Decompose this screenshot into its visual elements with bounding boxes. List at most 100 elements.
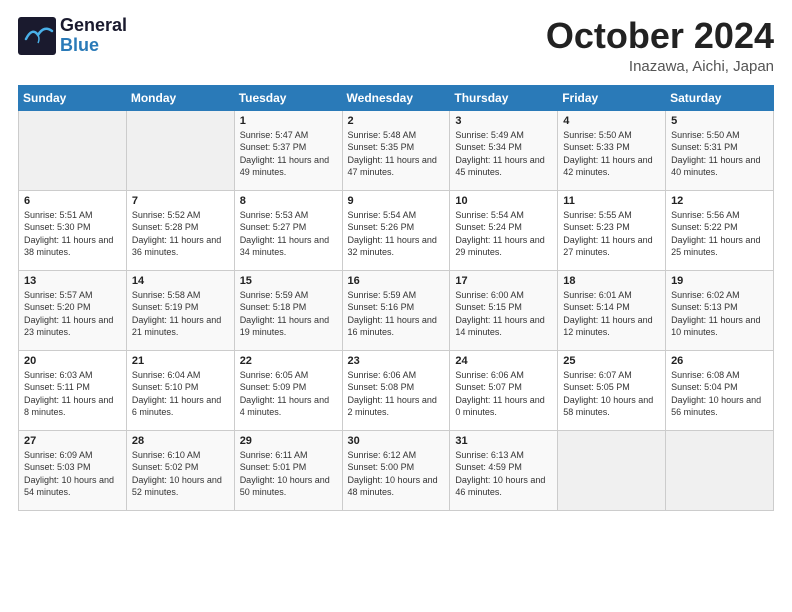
- day-info: Sunrise: 6:00 AMSunset: 5:15 PMDaylight:…: [455, 289, 552, 339]
- day-info: Sunrise: 5:59 AMSunset: 5:18 PMDaylight:…: [240, 289, 337, 339]
- day-info: Sunrise: 6:03 AMSunset: 5:11 PMDaylight:…: [24, 369, 121, 419]
- day-info: Sunrise: 6:06 AMSunset: 5:08 PMDaylight:…: [348, 369, 445, 419]
- header-friday: Friday: [558, 85, 666, 110]
- calendar-week-1: 1Sunrise: 5:47 AMSunset: 5:37 PMDaylight…: [19, 110, 774, 190]
- day-number: 31: [455, 435, 552, 447]
- day-number: 2: [348, 115, 445, 127]
- day-info: Sunrise: 6:04 AMSunset: 5:10 PMDaylight:…: [132, 369, 229, 419]
- calendar-cell: 31Sunrise: 6:13 AMSunset: 4:59 PMDayligh…: [450, 430, 558, 510]
- title-block: October 2024 Inazawa, Aichi, Japan: [546, 16, 774, 75]
- day-info: Sunrise: 5:54 AMSunset: 5:26 PMDaylight:…: [348, 209, 445, 259]
- calendar-cell: 20 Sunrise: 6:03 AMSunset: 5:11 PMDayligh…: [19, 350, 127, 430]
- day-info: Sunrise: 5:58 AMSunset: 5:19 PMDaylight:…: [132, 289, 229, 339]
- day-info: Sunrise: 6:02 AMSunset: 5:13 PMDaylight:…: [671, 289, 768, 339]
- calendar-cell: 5 Sunrise: 5:50 AMSunset: 5:31 PMDaylight…: [666, 110, 774, 190]
- calendar-cell: 24 Sunrise: 6:06 AMSunset: 5:07 PMDayligh…: [450, 350, 558, 430]
- day-number: 23: [348, 355, 445, 367]
- day-info: Sunrise: 5:52 AMSunset: 5:28 PMDaylight:…: [132, 209, 229, 259]
- day-number: 19: [671, 275, 768, 287]
- day-number: 16: [348, 275, 445, 287]
- day-number: 25: [563, 355, 660, 367]
- calendar-cell: 19 Sunrise: 6:02 AMSunset: 5:13 PMDayligh…: [666, 270, 774, 350]
- day-info: Sunrise: 5:50 AMSunset: 5:33 PMDaylight:…: [563, 129, 660, 179]
- calendar-cell: 16 Sunrise: 5:59 AMSunset: 5:16 PMDayligh…: [342, 270, 450, 350]
- day-number: 5: [671, 115, 768, 127]
- calendar-cell: [19, 110, 127, 190]
- day-info: Sunrise: 6:11 AMSunset: 5:01 PMDaylight:…: [240, 449, 337, 499]
- calendar-cell: 4Sunrise: 5:50 AMSunset: 5:33 PMDaylight…: [558, 110, 666, 190]
- header-wednesday: Wednesday: [342, 85, 450, 110]
- header-sunday: Sunday: [19, 85, 127, 110]
- day-info: Sunrise: 6:10 AMSunset: 5:02 PMDaylight:…: [132, 449, 229, 499]
- header-monday: Monday: [126, 85, 234, 110]
- day-number: 13: [24, 275, 121, 287]
- day-info: Sunrise: 6:06 AMSunset: 5:07 PMDaylight:…: [455, 369, 552, 419]
- logo-text-blue: Blue: [60, 36, 127, 56]
- day-number: 6: [24, 195, 121, 207]
- calendar-cell: 23 Sunrise: 6:06 AMSunset: 5:08 PMDayligh…: [342, 350, 450, 430]
- calendar-week-2: 6 Sunrise: 5:51 AMSunset: 5:30 PMDaylight…: [19, 190, 774, 270]
- location: Inazawa, Aichi, Japan: [546, 58, 774, 75]
- calendar-cell: 18 Sunrise: 6:01 AMSunset: 5:14 PMDayligh…: [558, 270, 666, 350]
- header-thursday: Thursday: [450, 85, 558, 110]
- day-info: Sunrise: 6:01 AMSunset: 5:14 PMDaylight:…: [563, 289, 660, 339]
- day-number: 17: [455, 275, 552, 287]
- calendar-table: SundayMondayTuesdayWednesdayThursdayFrid…: [18, 85, 774, 511]
- day-number: 15: [240, 275, 337, 287]
- day-number: 7: [132, 195, 229, 207]
- calendar-cell: 22Sunrise: 6:05 AMSunset: 5:09 PMDayligh…: [234, 350, 342, 430]
- day-info: Sunrise: 6:08 AMSunset: 5:04 PMDaylight:…: [671, 369, 768, 419]
- day-info: Sunrise: 5:47 AMSunset: 5:37 PMDaylight:…: [240, 129, 337, 179]
- day-number: 3: [455, 115, 552, 127]
- day-info: Sunrise: 5:57 AMSunset: 5:20 PMDaylight:…: [24, 289, 121, 339]
- calendar-cell: 9 Sunrise: 5:54 AMSunset: 5:26 PMDaylight…: [342, 190, 450, 270]
- calendar-cell: 7 Sunrise: 5:52 AMSunset: 5:28 PMDaylight…: [126, 190, 234, 270]
- calendar-cell: [666, 430, 774, 510]
- calendar-cell: 17 Sunrise: 6:00 AMSunset: 5:15 PMDayligh…: [450, 270, 558, 350]
- calendar-cell: 10 Sunrise: 5:54 AMSunset: 5:24 PMDayligh…: [450, 190, 558, 270]
- header-saturday: Saturday: [666, 85, 774, 110]
- calendar-cell: 1Sunrise: 5:47 AMSunset: 5:37 PMDaylight…: [234, 110, 342, 190]
- day-info: Sunrise: 5:55 AMSunset: 5:23 PMDaylight:…: [563, 209, 660, 259]
- day-number: 9: [348, 195, 445, 207]
- header-tuesday: Tuesday: [234, 85, 342, 110]
- day-number: 20: [24, 355, 121, 367]
- logo: General Blue: [18, 16, 127, 56]
- day-number: 18: [563, 275, 660, 287]
- calendar-cell: 12 Sunrise: 5:56 AMSunset: 5:22 PMDayligh…: [666, 190, 774, 270]
- day-number: 28: [132, 435, 229, 447]
- calendar-header-row: SundayMondayTuesdayWednesdayThursdayFrid…: [19, 85, 774, 110]
- calendar-cell: 25 Sunrise: 6:07 AMSunset: 5:05 PMDayligh…: [558, 350, 666, 430]
- calendar-cell: [558, 430, 666, 510]
- day-number: 29: [240, 435, 337, 447]
- day-info: Sunrise: 5:51 AMSunset: 5:30 PMDaylight:…: [24, 209, 121, 259]
- day-number: 14: [132, 275, 229, 287]
- day-number: 22: [240, 355, 337, 367]
- day-number: 12: [671, 195, 768, 207]
- day-info: Sunrise: 5:50 AMSunset: 5:31 PMDaylight:…: [671, 129, 768, 179]
- calendar-cell: 29 Sunrise: 6:11 AMSunset: 5:01 PMDayligh…: [234, 430, 342, 510]
- calendar-week-5: 27Sunrise: 6:09 AMSunset: 5:03 PMDayligh…: [19, 430, 774, 510]
- day-info: Sunrise: 6:07 AMSunset: 5:05 PMDaylight:…: [563, 369, 660, 419]
- day-info: Sunrise: 5:56 AMSunset: 5:22 PMDaylight:…: [671, 209, 768, 259]
- calendar-cell: 26Sunrise: 6:08 AMSunset: 5:04 PMDayligh…: [666, 350, 774, 430]
- logo-icon: [18, 17, 56, 55]
- day-info: Sunrise: 5:48 AMSunset: 5:35 PMDaylight:…: [348, 129, 445, 179]
- header: General Blue October 2024 Inazawa, Aichi…: [18, 16, 774, 75]
- logo-text-general: General: [60, 16, 127, 36]
- day-number: 10: [455, 195, 552, 207]
- day-info: Sunrise: 5:59 AMSunset: 5:16 PMDaylight:…: [348, 289, 445, 339]
- day-number: 30: [348, 435, 445, 447]
- day-info: Sunrise: 5:49 AMSunset: 5:34 PMDaylight:…: [455, 129, 552, 179]
- month-title: October 2024: [546, 16, 774, 56]
- calendar-cell: 11 Sunrise: 5:55 AMSunset: 5:23 PMDayligh…: [558, 190, 666, 270]
- calendar-week-3: 13 Sunrise: 5:57 AMSunset: 5:20 PMDayligh…: [19, 270, 774, 350]
- calendar-cell: [126, 110, 234, 190]
- day-info: Sunrise: 5:54 AMSunset: 5:24 PMDaylight:…: [455, 209, 552, 259]
- day-number: 11: [563, 195, 660, 207]
- page-container: General Blue October 2024 Inazawa, Aichi…: [0, 0, 792, 521]
- day-number: 24: [455, 355, 552, 367]
- calendar-cell: 30Sunrise: 6:12 AMSunset: 5:00 PMDayligh…: [342, 430, 450, 510]
- calendar-cell: 13 Sunrise: 5:57 AMSunset: 5:20 PMDayligh…: [19, 270, 127, 350]
- day-info: Sunrise: 5:53 AMSunset: 5:27 PMDaylight:…: [240, 209, 337, 259]
